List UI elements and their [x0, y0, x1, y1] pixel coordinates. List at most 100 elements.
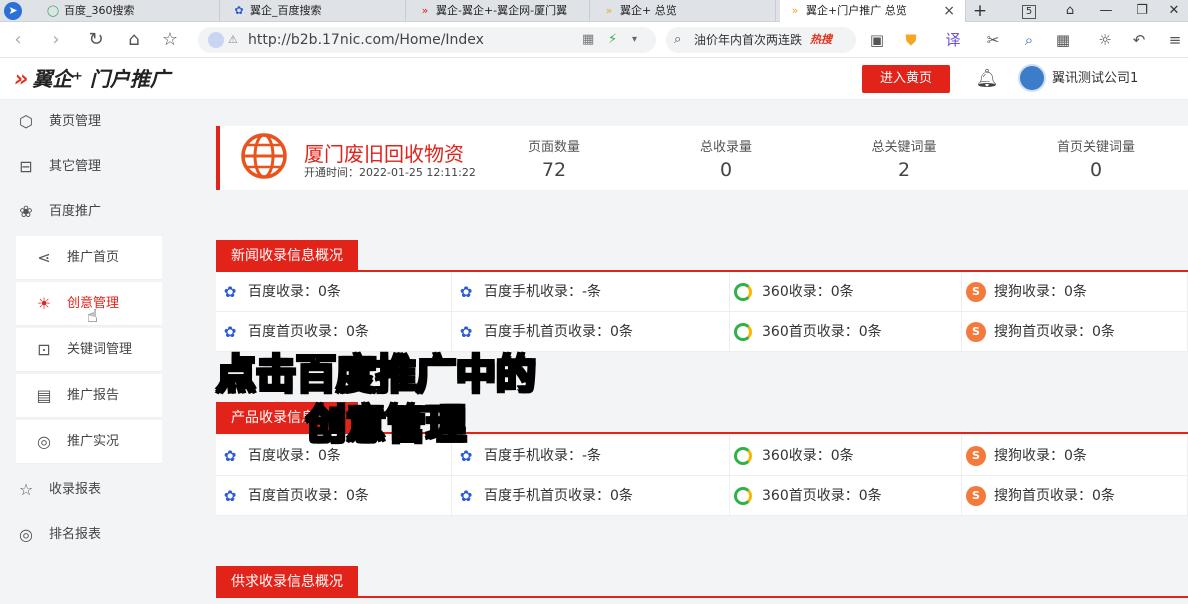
tab-counter[interactable]: 5	[1014, 0, 1044, 22]
stat-page-count: 页面数量 72	[527, 140, 580, 181]
section-news-header-bar	[216, 238, 1188, 272]
globe-icon	[241, 133, 287, 179]
360-icon	[734, 487, 752, 505]
yiqi-icon: »	[421, 4, 429, 17]
sidebar-item-keywords[interactable]: ⊡ 关键词管理	[16, 328, 162, 372]
paw-icon: ❀	[19, 202, 33, 221]
hot-search-badge[interactable]: 热搜	[810, 27, 832, 53]
scissors-icon[interactable]: ✂	[982, 29, 1004, 51]
tab-yiqi-overview[interactable]: » 翼企+ 总览	[594, 0, 776, 22]
grid-cell: 360收录：0条	[730, 436, 962, 476]
target-icon: ◎	[37, 432, 51, 451]
sidebar-item-index-report[interactable]: ☆ 收录报表	[0, 468, 162, 512]
search-bar[interactable]: ⌕ 油价年内首次两连跌 热搜	[666, 27, 856, 53]
shield-icon[interactable]: ⛊	[900, 29, 922, 51]
yiqi-icon: »	[605, 4, 613, 17]
address-toolbar: ‹ › ↻ ⌂ ☆ ⚠ http://b2b.17nic.com/Home/In…	[0, 22, 1188, 58]
stat-total-keywords: 总关键词量 2	[871, 140, 937, 181]
sogou-icon: S	[966, 322, 986, 342]
insecure-icon[interactable]: ⚠	[228, 27, 238, 53]
browser-logo-icon[interactable]: ➤	[4, 2, 22, 20]
dropdown-icon[interactable]: ▾	[632, 27, 637, 53]
undo-icon[interactable]: ↶	[1128, 29, 1150, 51]
mouse-pointer-icon: ☝	[87, 306, 98, 327]
section-news-grid: ✿ 百度收录：0条 ✿ 百度手机收录：-条 360收录：0条 S 搜狗收录：0条…	[216, 272, 1188, 352]
sidebar-item-other[interactable]: ⊟ 其它管理	[0, 145, 162, 189]
enter-yellowpages-button[interactable]: 进入黄页	[862, 65, 950, 93]
star-icon[interactable]: ☆	[158, 28, 182, 52]
back-icon[interactable]: ‹	[6, 28, 30, 52]
app-logo[interactable]: » 翼企⁺ 门户推广	[14, 64, 170, 94]
reader-icon[interactable]: ▣	[866, 29, 888, 51]
grid-cell: ✿ 百度手机首页收录：0条	[452, 476, 730, 516]
bell-icon[interactable]: 🔔︎	[974, 66, 1000, 92]
sidebar-item-rank-report[interactable]: ◎ 排名报表	[0, 513, 162, 557]
yiqi-logo-icon: »	[14, 67, 29, 92]
forward-icon[interactable]: ›	[44, 28, 68, 52]
tab-portal-overview[interactable]: » 翼企+门户推广 总览 ×	[780, 0, 966, 22]
home-icon[interactable]: ⌂	[122, 28, 146, 52]
sidebar-item-promo-live[interactable]: ◎ 推广实况	[16, 420, 162, 464]
browser-tab-bar: ➤ ◯ 百度_360搜索 ✿ 翼企_百度搜索 » 翼企-翼企+-翼企网-厦门翼 …	[0, 0, 1188, 22]
tab-360-search[interactable]: ◯ 百度_360搜索	[38, 0, 220, 22]
baidu-icon: ✿	[223, 283, 237, 301]
sogou-icon: S	[966, 486, 986, 506]
grid-cell: ✿ 百度手机收录：-条	[452, 436, 730, 476]
minimize-button[interactable]: —	[1088, 0, 1124, 22]
sidebar-item-baidu-promo[interactable]: ❀ 百度推广	[0, 190, 162, 234]
apps-grid-icon[interactable]: ▦	[1052, 29, 1074, 51]
brightness-icon[interactable]: ☼	[1094, 29, 1116, 51]
reload-icon[interactable]: ↻	[84, 28, 108, 52]
stat-home-keywords: 首页关键词量 0	[1056, 140, 1135, 181]
tab-yiqi-site[interactable]: » 翼企-翼企+-翼企网-厦门翼	[410, 0, 590, 22]
sidebar-item-yellowpages[interactable]: ⬡ 黄页管理	[0, 100, 162, 144]
yiqi-icon: »	[791, 4, 799, 17]
360-icon	[734, 323, 752, 341]
site-info-icon[interactable]	[208, 32, 224, 48]
grid-cell: ✿ 百度手机收录：-条	[452, 272, 730, 312]
app-header: » 翼企⁺ 门户推广 进入黄页 🔔︎ 翼讯测试公司1	[0, 58, 1188, 100]
close-window-button[interactable]: ✕	[1156, 0, 1188, 22]
grid-cell: S 搜狗首页收录：0条	[962, 312, 1188, 352]
sogou-icon: S	[966, 282, 986, 302]
stat-total-index: 总收录量 0	[699, 140, 752, 181]
section-supply-header-bar	[216, 564, 1188, 598]
menu-icon[interactable]: ≡	[1164, 29, 1186, 51]
360-icon	[734, 283, 752, 301]
tab-baidu-search[interactable]: ✿ 翼企_百度搜索	[224, 0, 406, 22]
cube-icon: ⬡	[19, 112, 33, 131]
target-icon: ◎	[19, 525, 33, 544]
star-badge-icon: ☆	[18, 480, 34, 499]
maximize-button[interactable]: ❐	[1124, 0, 1160, 22]
baidu-icon: ✿	[223, 447, 237, 465]
360-icon	[734, 447, 752, 465]
search-input[interactable]: 油价年内首次两连跌	[694, 27, 802, 53]
new-tab-button[interactable]: +	[962, 0, 998, 22]
grid-cell: 360首页收录：0条	[730, 476, 962, 516]
grid-cell: ✿ 百度首页收录：0条	[216, 476, 452, 516]
search-box-icon: ⊡	[37, 340, 51, 359]
baidu-icon: ✿	[223, 487, 237, 505]
grid-cell: S 搜狗首页收录：0条	[962, 476, 1188, 516]
username[interactable]: 翼讯测试公司1	[1052, 58, 1138, 100]
grid-cell: S 搜狗收录：0条	[962, 436, 1188, 476]
grid-cell: 360收录：0条	[730, 272, 962, 312]
sidebar-item-promo-home[interactable]: ⋖ 推广首页	[16, 236, 162, 280]
shirt-icon[interactable]: ⌂	[1052, 0, 1088, 22]
sidebar-item-promo-report[interactable]: ▤ 推广报告	[16, 374, 162, 418]
baidu-icon: ✿	[459, 487, 473, 505]
url-bar[interactable]: ⚠ http://b2b.17nic.com/Home/Index ▦ ⚡ ▾	[198, 27, 656, 53]
share-icon: ⋖	[37, 248, 51, 267]
360-icon: ◯	[46, 4, 60, 17]
bolt-icon[interactable]: ⚡	[608, 27, 617, 53]
avatar[interactable]	[1018, 64, 1046, 92]
grid-cell: S 搜狗收录：0条	[962, 272, 1188, 312]
baidu-icon: ✿	[459, 323, 473, 341]
section-news-title: 新闻收录信息概况	[216, 240, 358, 272]
qr-icon[interactable]: ▦	[582, 27, 594, 53]
close-tab-icon[interactable]: ×	[943, 0, 955, 22]
company-summary-card: 厦门废旧回收物资 开通时间：2022-01-25 12:11:22 页面数量 7…	[216, 126, 1188, 190]
url-text[interactable]: http://b2b.17nic.com/Home/Index	[248, 27, 484, 53]
translate-icon[interactable]: 译	[942, 29, 964, 51]
find-icon[interactable]: ⌕	[1018, 29, 1040, 51]
